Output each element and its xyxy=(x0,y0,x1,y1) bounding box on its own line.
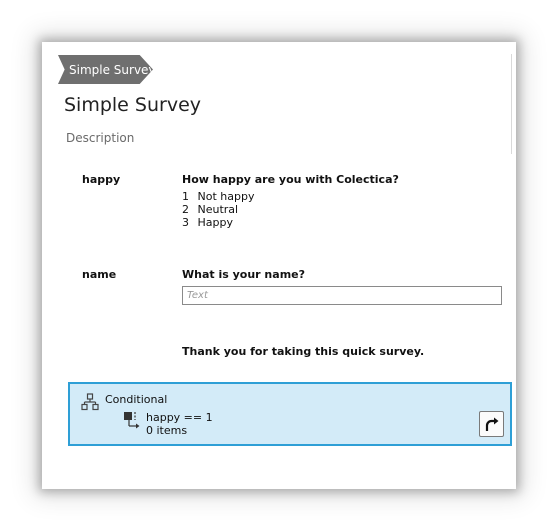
conditional-icon xyxy=(81,393,99,411)
question-text-name: What is your name? xyxy=(182,268,305,281)
code-option: 2 Neutral xyxy=(182,203,254,216)
scrollbar-edge xyxy=(511,54,512,154)
question-name-name: name xyxy=(82,268,117,281)
code-value: 2 xyxy=(182,203,189,216)
code-option: 1 Not happy xyxy=(182,190,254,203)
code-value: 1 xyxy=(182,190,189,203)
question-name-happy: happy xyxy=(82,173,121,186)
redo-button[interactable] xyxy=(479,411,504,437)
page-title: Simple Survey xyxy=(64,94,202,116)
name-text-input[interactable] xyxy=(182,286,502,305)
code-label: Neutral xyxy=(197,203,239,216)
breadcrumb[interactable]: Simple Survey xyxy=(58,55,153,84)
question-text-happy: How happy are you with Colectica? xyxy=(182,173,399,186)
code-list: 1 Not happy 2 Neutral 3 Happy xyxy=(182,190,254,229)
conditional-block[interactable]: Conditional happy == 1 0 items xyxy=(68,382,512,446)
conditional-label: Conditional xyxy=(105,393,168,406)
code-value: 3 xyxy=(182,216,189,229)
code-label: Not happy xyxy=(197,190,255,203)
statement-text: Thank you for taking this quick survey. xyxy=(182,345,425,358)
condition-expression: happy == 1 xyxy=(146,411,213,424)
code-label: Happy xyxy=(197,216,234,229)
condition-items-count: 0 items xyxy=(146,424,188,437)
code-option: 3 Happy xyxy=(182,216,254,229)
redo-arrow-icon xyxy=(485,417,499,431)
branch-icon xyxy=(124,412,140,429)
condition-expression-block: happy == 1 0 items xyxy=(146,411,213,437)
survey-card: Simple Survey Simple Survey Description … xyxy=(42,42,516,489)
survey-description: Description xyxy=(66,131,135,145)
breadcrumb-label: Simple Survey xyxy=(69,62,156,77)
